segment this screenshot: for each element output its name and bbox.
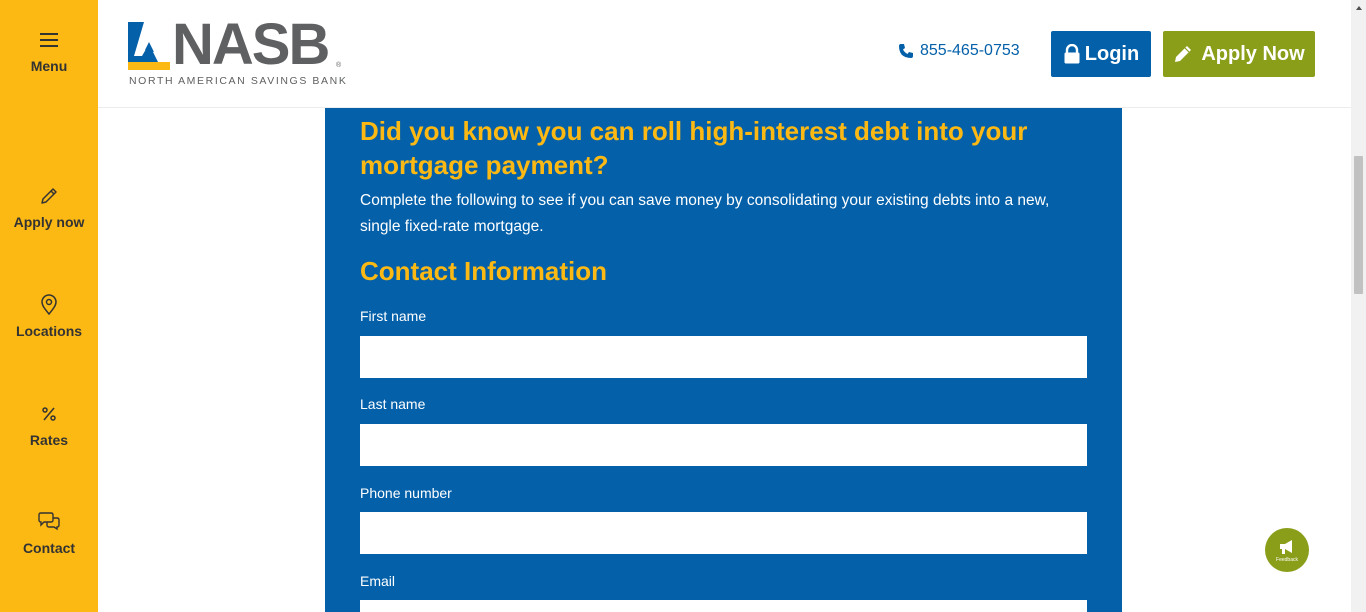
email-field[interactable]: [360, 600, 1087, 612]
scroll-thumb[interactable]: [1354, 156, 1363, 294]
nasb-logo[interactable]: NASB ® NORTH AMERICAN SAVINGS BANK: [128, 12, 346, 88]
lock-icon: [1064, 44, 1080, 64]
last-name-label: Last name: [360, 396, 426, 412]
login-label: Login: [1084, 42, 1140, 65]
pencil-icon: [37, 184, 61, 208]
sidebar-item-rates[interactable]: Rates: [0, 402, 98, 448]
logo-tagline: NORTH AMERICAN SAVINGS BANK: [129, 75, 348, 87]
phone-number: 855-465-0753: [920, 42, 1020, 59]
sidebar: Menu Apply now Locations Rates Contact: [0, 0, 98, 612]
site-header: NASB ® NORTH AMERICAN SAVINGS BANK 855-4…: [98, 0, 1351, 108]
page-scrollbar[interactable]: [1351, 0, 1366, 612]
sidebar-item-locations[interactable]: Locations: [0, 293, 98, 339]
email-label: Email: [360, 573, 396, 589]
page: Menu Apply now Locations Rates Contact N…: [0, 0, 1366, 612]
first-name-label: First name: [360, 308, 427, 324]
sidebar-item-contact[interactable]: Contact: [0, 510, 98, 556]
megaphone-icon: [1280, 539, 1292, 554]
pencil-icon: [1175, 46, 1192, 62]
scroll-up-arrow-icon[interactable]: [1351, 0, 1366, 15]
sidebar-item-label: Apply now: [13, 214, 85, 230]
sidebar-item-apply-now[interactable]: Apply now: [0, 184, 98, 230]
debt-consolidation-form: Did you know you can roll high-interest …: [325, 108, 1122, 612]
login-button[interactable]: Login: [1051, 31, 1151, 77]
contact-section-title: Contact Information: [360, 256, 607, 286]
first-name-field[interactable]: [360, 336, 1087, 378]
phone-number-field[interactable]: [360, 512, 1087, 554]
feedback-button[interactable]: Feedback: [1265, 528, 1309, 572]
sidebar-item-label: Locations: [15, 323, 83, 339]
phone-number-label: Phone number: [360, 485, 452, 501]
feedback-label: Feedback: [1276, 556, 1298, 563]
sidebar-item-label: Contact: [22, 540, 76, 556]
chat-bubbles-icon: [37, 510, 61, 534]
map-pin-icon: [37, 293, 61, 317]
apply-now-button[interactable]: Apply Now: [1163, 31, 1315, 77]
phone-link[interactable]: 855-465-0753: [898, 42, 1020, 60]
sidebar-item-label: Menu: [30, 58, 68, 74]
sidebar-item-label: Rates: [29, 432, 69, 448]
form-intro: Complete the following to see if you can…: [360, 192, 1050, 235]
registered-mark-icon: ®: [336, 62, 342, 69]
logo-mark-icon: [128, 22, 170, 70]
last-name-field[interactable]: [360, 424, 1087, 466]
phone-icon: [899, 44, 913, 58]
sidebar-item-menu[interactable]: Menu: [0, 28, 98, 74]
hamburger-icon: [37, 28, 61, 52]
percent-icon: [37, 402, 61, 426]
apply-now-label: Apply Now: [1201, 42, 1305, 65]
logo-wordmark: NASB: [172, 12, 330, 77]
form-headline: Did you know you can roll high-interest …: [360, 116, 1028, 180]
